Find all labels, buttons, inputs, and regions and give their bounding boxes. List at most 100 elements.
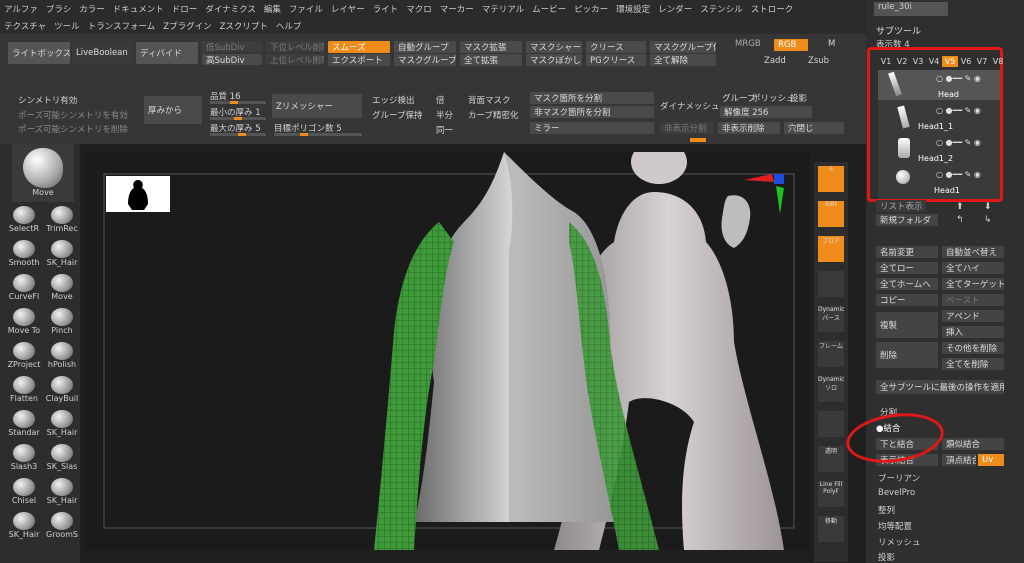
current-brush-button[interactable]: Move (12, 144, 74, 202)
menu-item[interactable]: 編集 (260, 3, 285, 15)
shelf-tool-button[interactable]: ブロア (818, 236, 844, 262)
subtool-title[interactable]: サブツール (876, 24, 921, 37)
all-release-button[interactable]: 全て解除 (650, 54, 716, 66)
rgb-button[interactable]: RGB (774, 39, 808, 51)
brush-item[interactable]: SK_Hair (44, 478, 80, 505)
remesh-section[interactable]: リメッシュ (878, 536, 921, 548)
menu-item[interactable]: ピッカー (570, 3, 612, 15)
menu-item[interactable]: Zプラグイン (159, 20, 215, 32)
menu-item[interactable]: 環境設定 (612, 3, 654, 15)
version-tab[interactable]: V8 (990, 56, 1006, 67)
zsub-button[interactable]: Zsub (808, 56, 829, 66)
mask-expand-button[interactable]: マスク拡張 (460, 41, 522, 53)
new-folder-button[interactable]: 新規フォルダ (876, 214, 938, 226)
menu-item[interactable]: テクスチャ (0, 20, 50, 32)
insert-button[interactable]: 挿入 (942, 326, 1004, 338)
brush-item[interactable]: Pinch (44, 308, 80, 335)
divide-button[interactable]: ディバイド (136, 42, 198, 64)
mask-group-button[interactable]: マスクグループ化 (394, 54, 456, 66)
dynamesh-project-button[interactable]: 投影 (790, 92, 807, 104)
brush-item[interactable]: Slash3 (6, 444, 42, 471)
menu-item[interactable]: マクロ (402, 3, 436, 15)
delete-all-button[interactable]: 全てを削除 (942, 358, 1004, 370)
close-holes-button[interactable]: 穴閉じ (784, 122, 844, 134)
higher-subdiv-button[interactable]: 高SubDiv (202, 54, 262, 65)
align-section[interactable]: 整列 (878, 504, 895, 516)
mask-sharpen-button[interactable]: マスクシャープン (526, 41, 582, 53)
auto-group-button[interactable]: 自動グループ (394, 41, 456, 53)
append-button[interactable]: アペンド (942, 310, 1004, 322)
edge-detect-button[interactable]: エッジ検出 (372, 94, 415, 106)
brush-item[interactable]: Move (44, 274, 80, 301)
menu-item[interactable]: Zスクリプト (216, 20, 272, 32)
brush-item[interactable]: GroomS (44, 512, 80, 539)
version-tab[interactable]: V1 (878, 56, 894, 67)
same-button[interactable]: 同一 (436, 124, 453, 136)
move-down-icon[interactable]: ↳ (984, 215, 992, 225)
apply-all-subtools-button[interactable]: 全サブツールに最後の操作を適用 (876, 380, 1004, 394)
all-home-button[interactable]: 全てホームへ (876, 278, 938, 290)
menu-item[interactable]: ムービー (528, 3, 570, 15)
brush-item[interactable]: Flatten (6, 376, 42, 403)
bevelpro-section[interactable]: BevelPro (878, 488, 915, 498)
lightbox-button[interactable]: ライトボックス (8, 42, 70, 64)
project-section[interactable]: 投影 (878, 551, 895, 563)
shelf-tool-button[interactable]: フレーム (818, 341, 844, 367)
shelf-tool-button[interactable]: Edit (818, 201, 844, 227)
duplicate-button[interactable]: 複製 (876, 312, 938, 338)
brush-item[interactable]: SK_Hair (44, 410, 80, 437)
version-tab[interactable]: V4 (926, 56, 942, 67)
zadd-button[interactable]: Zadd (764, 56, 786, 66)
export-button[interactable]: エクスポート (328, 54, 390, 66)
zremesher-button[interactable]: Zリメッシャー (272, 94, 362, 118)
brush-item[interactable]: Chisel (6, 478, 42, 505)
thickness-button[interactable]: 厚みから (144, 96, 202, 124)
all-target-button[interactable]: 全てターゲットへ (942, 278, 1004, 290)
menu-item[interactable]: マーカー (436, 3, 478, 15)
mirror-button[interactable]: ミラー (530, 122, 654, 134)
menu-item[interactable]: マテリアル (478, 3, 528, 15)
resolution-slider[interactable]: 解像度 256 (720, 106, 812, 118)
hidden-split-button[interactable]: 非表示分割 (660, 122, 714, 134)
brush-item[interactable]: TrimRec (44, 206, 80, 233)
brush-item[interactable]: SK_Slas (44, 444, 80, 471)
hidden-delete-button[interactable]: 非表示削除 (718, 122, 780, 134)
shelf-tool-button[interactable]: Line Fill PolyF (818, 481, 844, 507)
paste-button[interactable]: ペースト (942, 294, 1004, 306)
brush-item[interactable]: CurveFl (6, 274, 42, 301)
dynamesh-group-button[interactable]: グループ (722, 92, 756, 104)
dynamesh-polish-button[interactable]: ポリッシュ (752, 92, 795, 104)
version-tab[interactable]: V3 (910, 56, 926, 67)
shelf-tool-button[interactable] (818, 271, 844, 297)
menu-item[interactable]: ヘルプ (272, 20, 306, 32)
all-low-button[interactable]: 全てロー (876, 262, 938, 274)
3d-viewport[interactable] (84, 152, 810, 550)
symmetry-label[interactable]: シンメトリ有効 (18, 94, 77, 106)
brush-item[interactable]: ZProject (6, 342, 42, 369)
merge-vertex-button[interactable]: 頂点結合 (942, 454, 976, 466)
split-unmasked-button[interactable]: 非マスク箇所を分割 (530, 106, 654, 118)
menu-item[interactable]: ストローク (747, 3, 798, 15)
distribute-section[interactable]: 均等配置 (878, 520, 912, 532)
version-tab[interactable]: V2 (894, 56, 910, 67)
arrow-down-icon[interactable]: ⬇ (984, 202, 992, 212)
brush-item[interactable]: Smooth (6, 240, 42, 267)
move-up-icon[interactable]: ↰ (956, 215, 964, 225)
tool-name-field[interactable]: rule_30i (874, 2, 948, 16)
rename-button[interactable]: 名前変更 (876, 246, 938, 258)
arrow-up-icon[interactable]: ⬆ (956, 202, 964, 212)
delete-others-button[interactable]: その他を削除 (942, 342, 1004, 354)
menu-item[interactable]: ステンシル (696, 3, 747, 15)
split-masked-button[interactable]: マスク箇所を分割 (530, 92, 654, 104)
brush-item[interactable]: SelectR (6, 206, 42, 233)
merge-similar-button[interactable]: 類似結合 (942, 438, 1004, 450)
backface-mask-button[interactable]: 背面マスク (468, 94, 511, 106)
mask-blur-button[interactable]: マスクぼかし (526, 54, 582, 66)
palette-collapse-handle[interactable] (690, 138, 706, 142)
menu-item[interactable]: レイヤー (327, 3, 369, 15)
brush-item[interactable]: Move To (6, 308, 42, 335)
menu-item[interactable]: ライト (369, 3, 403, 15)
version-tab[interactable]: V7 (974, 56, 990, 67)
curve-refine-button[interactable]: カーブ精密化 (468, 109, 519, 121)
pose-sym-delete[interactable]: ポーズ可能シンメトリを削除 (18, 123, 128, 135)
